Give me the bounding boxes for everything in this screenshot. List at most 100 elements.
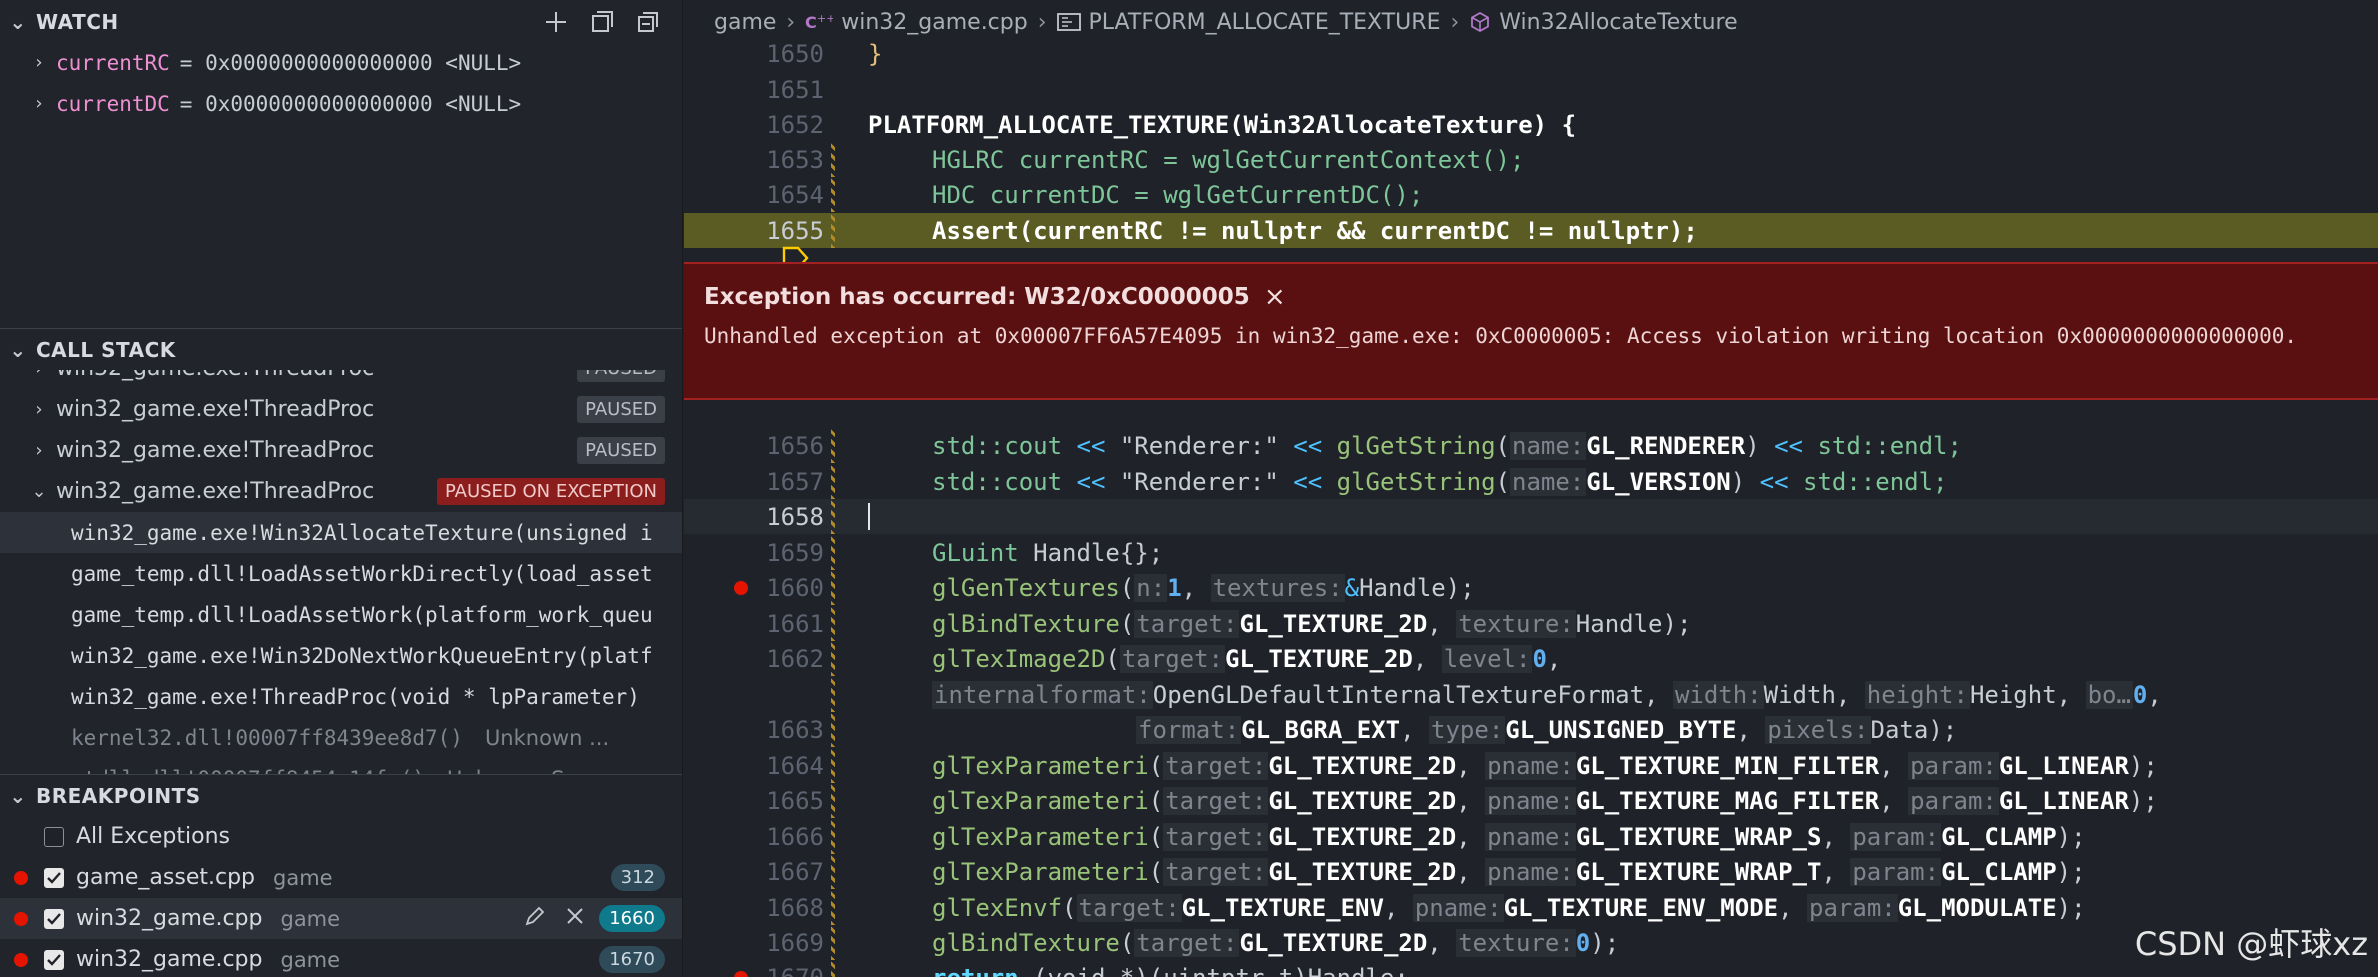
code-token: GL_TEXTURE_2D xyxy=(1225,644,1413,673)
breakpoint-folder: game xyxy=(280,906,341,931)
code-line[interactable]: 1669 glBindTexture(target:GL_TEXTURE_2D,… xyxy=(684,925,2378,960)
collapse-all-icon[interactable] xyxy=(633,7,663,37)
breakpoint-line-badge: 312 xyxy=(610,864,665,891)
line-number: 1654 xyxy=(766,180,824,209)
code-line[interactable]: 1661 glBindTexture(target:GL_TEXTURE_2D,… xyxy=(684,606,2378,641)
code-token: glTexParameteri xyxy=(932,857,1149,886)
code-token: << xyxy=(1076,431,1106,460)
breakpoint-item[interactable]: win32_game.cpp game 1670 xyxy=(0,939,682,977)
thread-row[interactable]: › win32_game.exe!ThreadProc PAUSED xyxy=(0,370,682,389)
chevron-down-icon[interactable]: ⌄ xyxy=(28,481,50,502)
code-token: glGetString xyxy=(1322,467,1496,496)
line-number: 1658 xyxy=(766,502,824,531)
code-editor[interactable]: game › C ++ win32_game.cpp › PLATFORM_ALL… xyxy=(684,0,2378,977)
code-text: HDC currentDC = wglGetCurrentDC(); xyxy=(932,180,1424,209)
breadcrumb-file[interactable]: win32_game.cpp xyxy=(841,10,1027,35)
code-line[interactable]: 1651 xyxy=(684,72,2378,107)
code-line[interactable]: 1657 std::cout << "Renderer:" << glGetSt… xyxy=(684,464,2378,499)
code-token: glBindTexture xyxy=(932,928,1120,957)
code-token: GL_TEXTURE_MAG_FILTER xyxy=(1575,786,1880,815)
call-stack-section-header[interactable]: ⌄ CALL STACK xyxy=(0,328,682,370)
add-expression-icon[interactable] xyxy=(541,7,571,37)
inlay-hint: format: xyxy=(1136,715,1242,744)
thread-label: win32_game.exe!ThreadProc xyxy=(56,438,375,463)
code-token: GL_CLAMP xyxy=(1941,857,2057,886)
stack-frame[interactable]: win32_game.exe!Win32DoNextWorkQueueEntry… xyxy=(0,635,682,676)
code-token: GL_LINEAR xyxy=(1998,751,2129,780)
code-line[interactable]: 1654 HDC currentDC = wglGetCurrentDC(); xyxy=(684,177,2378,212)
code-line-current[interactable]: 1655 Assert(currentRC != nullptr && curr… xyxy=(684,213,2378,270)
watch-item[interactable]: › currentRC = 0x0000000000000000 <NULL> xyxy=(0,42,682,83)
thread-row[interactable]: › win32_game.exe!ThreadProc PAUSED xyxy=(0,430,682,471)
code-text: HGLRC currentRC = wglGetCurrentContext()… xyxy=(932,145,1525,174)
stack-frame[interactable]: win32_game.exe!Win32AllocateTexture(unsi… xyxy=(0,512,682,553)
all-exceptions-checkbox[interactable] xyxy=(44,826,64,847)
code-token: << xyxy=(1774,431,1804,460)
code-token: << xyxy=(1293,467,1323,496)
code-line[interactable]: 1666 glTexParameteri(target:GL_TEXTURE_2… xyxy=(684,819,2378,854)
breadcrumb-folder[interactable]: game xyxy=(714,10,776,35)
inlay-hint: target: xyxy=(1134,928,1240,957)
code-line-wrapped[interactable]: internalformat:OpenGLDefaultInternalText… xyxy=(684,677,2378,712)
svg-text:++: ++ xyxy=(817,12,833,25)
code-token: Handle{}; xyxy=(1018,538,1164,567)
code-line[interactable]: 1653 HGLRC currentRC = wglGetCurrentCont… xyxy=(684,142,2378,177)
code-line[interactable]: 1668 glTexEnvf(target:GL_TEXTURE_ENV, pn… xyxy=(684,890,2378,925)
code-token: std::cout xyxy=(932,467,1077,496)
breakpoint-all-exceptions[interactable]: All Exceptions xyxy=(0,816,682,857)
code-line[interactable]: 1663 format:GL_BGRA_EXT, type:GL_UNSIGNE… xyxy=(684,712,2378,747)
code-token: std::endl; xyxy=(1788,467,1948,496)
watch-item[interactable]: › currentDC = 0x0000000000000000 <NULL> xyxy=(0,83,682,124)
breakpoint-checkbox[interactable] xyxy=(44,949,64,970)
stack-frame[interactable]: kernel32.dll!00007ff8439ee8d7() Unknown … xyxy=(0,717,682,758)
edit-breakpoint-icon[interactable] xyxy=(523,904,547,934)
code-token: Width, xyxy=(1763,680,1851,709)
close-icon[interactable]: × xyxy=(1264,282,1286,312)
code-line[interactable]: 1660 glGenTextures(n:1, textures:&Handle… xyxy=(684,570,2378,605)
chevron-right-icon[interactable]: › xyxy=(28,52,50,73)
code-line[interactable]: 1667 glTexParameteri(target:GL_TEXTURE_2… xyxy=(684,854,2378,889)
chevron-right-icon: › xyxy=(1450,9,1460,35)
remove-breakpoint-icon[interactable] xyxy=(565,906,585,932)
line-number: 1656 xyxy=(766,431,824,460)
code-line[interactable]: 1662 glTexImage2D(target:GL_TEXTURE_2D, … xyxy=(684,641,2378,676)
chevron-right-icon[interactable]: › xyxy=(28,399,50,420)
code-token: GL_MODULATE xyxy=(1897,893,2057,922)
code-text: } xyxy=(868,39,883,68)
refresh-watch-icon[interactable] xyxy=(587,7,617,37)
line-number: 1663 xyxy=(766,715,824,744)
code-token: "Renderer:" xyxy=(1105,431,1294,460)
code-token: "Renderer:" xyxy=(1105,467,1294,496)
breakpoint-checkbox[interactable] xyxy=(44,867,64,888)
code-line[interactable]: 1659 GLuint Handle{}; xyxy=(684,535,2378,570)
breakpoint-checkbox[interactable] xyxy=(44,908,64,929)
chevron-right-icon[interactable]: › xyxy=(28,370,50,379)
watch-section-header[interactable]: ⌄ WATCH xyxy=(0,1,682,43)
code-line[interactable]: 1664 glTexParameteri(target:GL_TEXTURE_2… xyxy=(684,748,2378,783)
thread-row[interactable]: ⌄ win32_game.exe!ThreadProc PAUSED ON EX… xyxy=(0,471,682,512)
breadcrumb-symbol[interactable]: Win32AllocateTexture xyxy=(1499,10,1737,35)
code-line-cursor[interactable]: 1658 xyxy=(684,499,2378,534)
breadcrumb-macro[interactable]: PLATFORM_ALLOCATE_TEXTURE xyxy=(1089,10,1441,35)
inlay-hint: pname: xyxy=(1412,893,1504,922)
breakpoint-item[interactable]: game_asset.cpp game 312 xyxy=(0,857,682,898)
line-number: 1661 xyxy=(766,609,824,638)
chevron-right-icon[interactable]: › xyxy=(28,440,50,461)
inlay-hint: texture: xyxy=(1456,609,1576,638)
code-line[interactable]: 1650 } xyxy=(684,36,2378,71)
code-text: Assert(currentRC != nullptr && currentDC… xyxy=(932,216,1698,245)
chevron-right-icon: › xyxy=(1037,9,1047,35)
code-line[interactable]: 1665 glTexParameteri(target:GL_TEXTURE_2… xyxy=(684,783,2378,818)
code-line[interactable]: 1656 std::cout << "Renderer:" << glGetSt… xyxy=(684,428,2378,463)
thread-row[interactable]: › win32_game.exe!ThreadProc PAUSED xyxy=(0,389,682,430)
breakpoints-section-header[interactable]: ⌄ BREAKPOINTS xyxy=(0,774,682,816)
stack-frame[interactable]: game_temp.dll!LoadAssetWorkDirectly(load… xyxy=(0,553,682,594)
stack-frame[interactable]: win32_game.exe!ThreadProc(void * lpParam… xyxy=(0,676,682,717)
code-line[interactable]: 1670 return (void *)(uintptr_t)Handle; xyxy=(684,960,2378,977)
line-number: 1651 xyxy=(766,75,824,104)
breakpoint-item[interactable]: win32_game.cpp game 1660 xyxy=(0,898,682,939)
code-token: glBindTexture xyxy=(932,609,1120,638)
chevron-right-icon[interactable]: › xyxy=(28,93,50,114)
code-line[interactable]: 1652 PLATFORM_ALLOCATE_TEXTURE(Win32Allo… xyxy=(684,107,2378,142)
stack-frame[interactable]: game_temp.dll!LoadAssetWork(platform_wor… xyxy=(0,594,682,635)
